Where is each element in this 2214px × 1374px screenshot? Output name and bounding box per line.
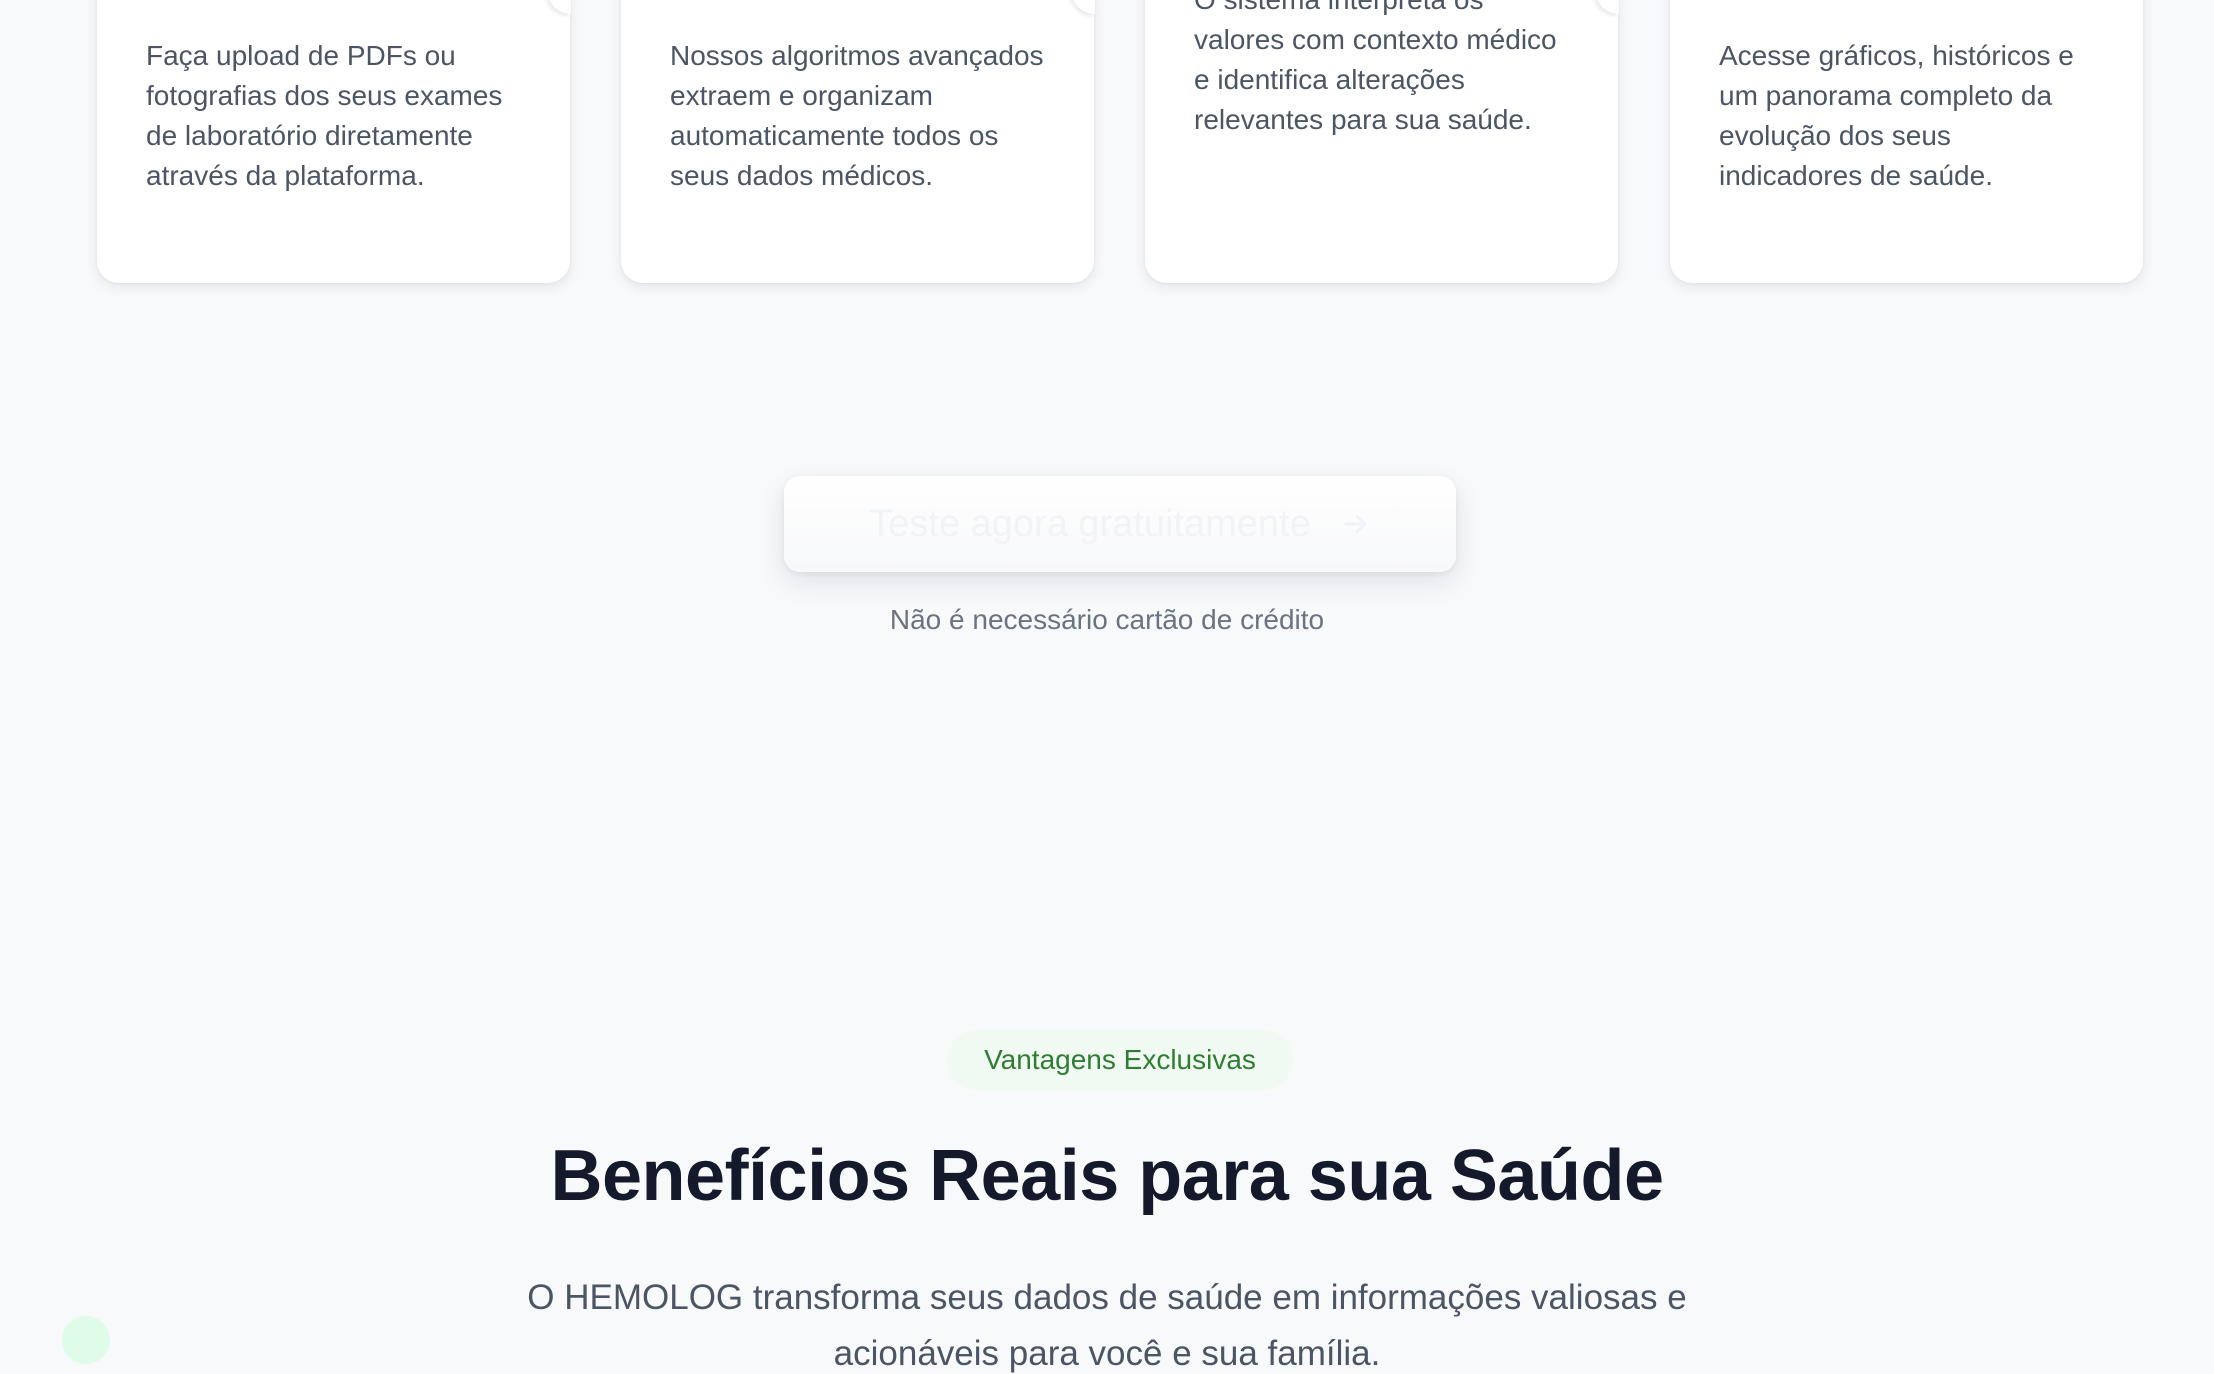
card-corner-decoration (1071, 0, 1095, 14)
step-card-text: Acesse gráficos, históricos e um panoram… (1719, 40, 2074, 191)
how-it-works-steps: Faça upload de PDFs ou fotografias dos s… (97, 0, 2143, 283)
step-card-text: Faça upload de PDFs ou fotografias dos s… (146, 40, 503, 191)
landing-page: Faça upload de PDFs ou fotografias dos s… (0, 0, 2214, 1374)
section-badge: Vantagens Exclusivas (947, 1029, 1293, 1091)
try-free-button[interactable]: Teste agora gratuitamente (784, 476, 1456, 572)
step-card-upload: Faça upload de PDFs ou fotografias dos s… (97, 0, 571, 283)
step-card-text: O sistema interpreta os valores com cont… (1194, 0, 1557, 135)
no-credit-card-note: Não é necessário cartão de crédito (889, 604, 1325, 635)
step-card-interpret: O sistema interpreta os valores com cont… (1145, 0, 1619, 283)
floating-indicator-dot[interactable] (62, 1316, 110, 1364)
step-card-text: Nossos algoritmos avançados extraem e or… (670, 40, 1044, 191)
section-title: Benefícios Reais para sua Saúde (550, 1136, 1664, 1216)
section-description: O HEMOLOG transforma seus dados de saúde… (527, 1278, 1687, 1373)
card-corner-decoration (547, 0, 571, 14)
card-corner-decoration (1595, 0, 1619, 14)
step-card-extract: Nossos algoritmos avançados extraem e or… (621, 0, 1095, 283)
step-card-monitor: Acesse gráficos, históricos e um panoram… (1670, 0, 2143, 283)
try-free-label: Teste agora gratuitamente (869, 502, 1311, 545)
arrow-right-icon (1344, 515, 1366, 533)
